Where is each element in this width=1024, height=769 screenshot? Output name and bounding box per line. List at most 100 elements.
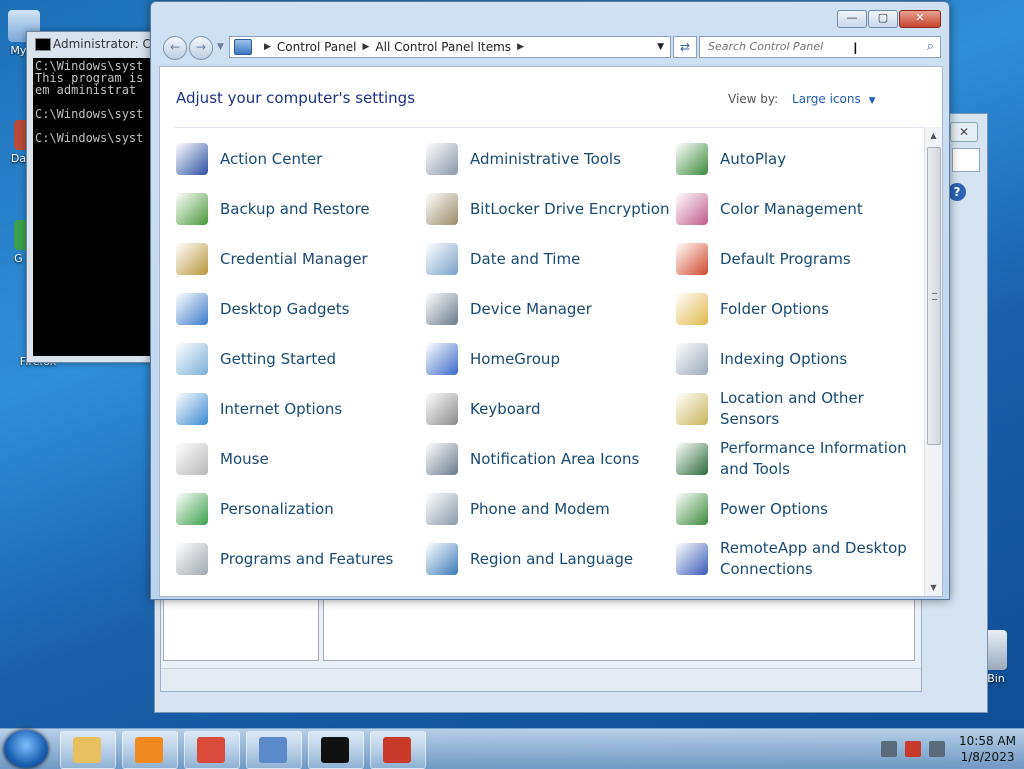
control-panel-item-icon	[426, 293, 458, 325]
control-panel-item[interactable]: Folder Options	[676, 289, 926, 329]
background-window-search[interactable]	[952, 148, 980, 172]
taskbar-button-cmd[interactable]	[308, 731, 364, 769]
taskbar-button-control-panel[interactable]	[246, 731, 302, 769]
clock[interactable]: 10:58 AM 1/8/2023	[959, 733, 1016, 765]
control-panel-item-icon	[676, 543, 708, 575]
control-panel-item[interactable]: Keyboard	[426, 389, 676, 429]
control-panel-item[interactable]: Indexing Options	[676, 339, 926, 379]
scroll-up-arrow[interactable]: ▲	[925, 127, 942, 144]
taskbar-button-chrome[interactable]	[184, 731, 240, 769]
control-panel-item-label: RemoteApp and Desktop Connections	[720, 539, 907, 578]
maximize-button[interactable]: ▢	[868, 10, 898, 28]
console-title-text: Administrator: C:\	[53, 37, 159, 51]
chevron-right-icon[interactable]: ▶	[363, 42, 370, 52]
view-by: View by: Large icons ▼	[728, 92, 875, 106]
control-panel-item[interactable]: Power Options	[676, 489, 926, 529]
window-controls: — ▢ ✕	[836, 10, 941, 28]
control-panel-item[interactable]: Personalization	[176, 489, 426, 529]
control-panel-item[interactable]: Notification Area Icons	[426, 439, 676, 479]
control-panel-item[interactable]: Color Management	[676, 189, 926, 229]
breadcrumb-control-panel[interactable]: Control Panel	[277, 40, 357, 54]
control-panel-item-label: Programs and Features	[220, 549, 394, 568]
address-bar[interactable]: ▶ Control Panel ▶ All Control Panel Item…	[229, 36, 671, 58]
cmd-icon	[321, 737, 349, 763]
navigation-bar: ← → ▼ ▶ Control Panel ▶ All Control Pane…	[159, 34, 941, 60]
control-panel-item[interactable]: Administrative Tools	[426, 139, 676, 179]
recent-pages-dropdown[interactable]: ▼	[217, 42, 224, 52]
control-panel-item-label: Keyboard	[470, 399, 541, 418]
control-panel-item-icon	[676, 243, 708, 275]
control-panel-item[interactable]: Desktop Gadgets	[176, 289, 426, 329]
control-panel-item[interactable]: Getting Started	[176, 339, 426, 379]
vertical-scrollbar[interactable]: ▲ ▼	[924, 127, 942, 596]
chevron-right-icon[interactable]: ▶	[264, 42, 271, 52]
background-window-body	[160, 590, 922, 692]
taskbar-button-toolbox[interactable]	[370, 731, 426, 769]
refresh-button[interactable]: ⇄	[673, 36, 697, 58]
control-panel-item-icon	[676, 293, 708, 325]
search-input[interactable]	[700, 37, 908, 55]
control-panel-item-icon	[176, 243, 208, 275]
minimize-button[interactable]: —	[837, 10, 867, 28]
control-panel-item-label: AutoPlay	[720, 149, 787, 168]
cmd-icon	[35, 38, 51, 51]
close-button[interactable]: ✕	[899, 10, 941, 28]
chevron-right-icon[interactable]: ▶	[517, 42, 524, 52]
control-panel-item-icon	[426, 393, 458, 425]
scroll-thumb[interactable]	[927, 147, 941, 445]
start-button[interactable]	[4, 730, 48, 768]
control-panel-item[interactable]: Default Programs	[676, 239, 926, 279]
control-panel-item[interactable]: Phone and Modem	[426, 489, 676, 529]
content-area: Adjust your computer's settings View by:…	[159, 66, 943, 597]
scroll-down-arrow[interactable]: ▼	[925, 579, 942, 596]
control-panel-item[interactable]: AutoPlay	[676, 139, 926, 179]
page-title: Adjust your computer's settings	[176, 89, 416, 107]
control-panel-item-label: Device Manager	[470, 299, 592, 318]
control-panel-item-icon	[676, 143, 708, 175]
background-window-close-button[interactable]: ✕	[950, 122, 978, 142]
navigation-pane	[163, 599, 319, 661]
control-panel-item[interactable]: Location and Other Sensors	[676, 389, 926, 429]
forward-button[interactable]: →	[189, 36, 213, 60]
control-panel-item[interactable]: Programs and Features	[176, 539, 426, 579]
taskbar-button-explorer[interactable]	[60, 731, 116, 769]
control-panel-item[interactable]: BitLocker Drive Encryption	[426, 189, 676, 229]
action-center-icon[interactable]	[905, 741, 922, 757]
divider	[174, 127, 928, 128]
control-panel-item[interactable]: Internet Options	[176, 389, 426, 429]
help-icon[interactable]: ?	[948, 183, 966, 201]
search-box[interactable]: ⌕	[699, 36, 941, 58]
breadcrumb-all-items[interactable]: All Control Panel Items	[375, 40, 511, 54]
control-panel-item-icon	[426, 243, 458, 275]
control-panel-item[interactable]: Region and Language	[426, 539, 676, 579]
control-panel-item-label: Mouse	[220, 449, 269, 468]
clock-date: 1/8/2023	[960, 750, 1015, 764]
control-panel-item-icon	[676, 443, 708, 475]
network-icon[interactable]	[881, 741, 898, 757]
chevron-down-icon[interactable]: ▼	[869, 96, 876, 106]
chrome-icon	[197, 737, 225, 763]
console-title: Administrator: C:\	[27, 32, 167, 56]
search-icon[interactable]: ⌕	[927, 39, 934, 54]
control-panel-item[interactable]: Device Manager	[426, 289, 676, 329]
control-panel-item[interactable]: Mouse	[176, 439, 426, 479]
control-panel-item[interactable]: Backup and Restore	[176, 189, 426, 229]
console-window[interactable]: Administrator: C:\ C:\Windows\syst This …	[26, 31, 168, 363]
control-panel-item[interactable]: Action Center	[176, 139, 426, 179]
control-panel-item[interactable]: Date and Time	[426, 239, 676, 279]
control-panel-item-icon	[426, 543, 458, 575]
control-panel-item[interactable]: RemoteApp and Desktop Connections	[676, 539, 926, 579]
control-panel-item-icon	[176, 393, 208, 425]
control-panel-item[interactable]: Performance Information and Tools	[676, 439, 926, 479]
control-panel-item-icon	[426, 493, 458, 525]
control-panel-item[interactable]: Credential Manager	[176, 239, 426, 279]
volume-icon[interactable]	[929, 741, 946, 757]
control-panel-item[interactable]: HomeGroup	[426, 339, 676, 379]
taskbar-button-media-player[interactable]	[122, 731, 178, 769]
console-output[interactable]: C:\Windows\syst This program is em admin…	[33, 58, 167, 356]
address-dropdown-icon[interactable]: ▼	[657, 42, 664, 52]
control-panel-item-icon	[176, 343, 208, 375]
back-button[interactable]: ←	[163, 36, 187, 60]
control-panel-item-icon	[426, 143, 458, 175]
view-by-dropdown[interactable]: Large icons	[792, 92, 861, 106]
